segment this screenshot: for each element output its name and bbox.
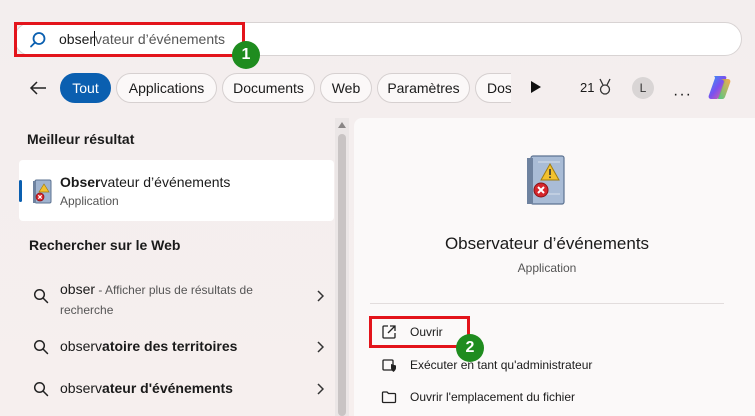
web-result-text: observatoire des territoires: [60, 338, 237, 354]
search-autocomplete-hint: vateur d’événements: [95, 31, 225, 47]
copilot-icon[interactable]: [705, 72, 735, 102]
step-badge-1: 1: [232, 41, 260, 69]
rewards-score: 21: [580, 80, 595, 95]
event-viewer-icon: [527, 155, 565, 205]
search-icon: [33, 381, 49, 397]
avatar[interactable]: L: [632, 77, 654, 99]
best-result-title-rest: vateur d’événements: [100, 174, 231, 190]
more-options-icon[interactable]: ···: [673, 87, 692, 103]
search-icon: [33, 339, 49, 355]
open-file-location-action[interactable]: Ouvrir l'emplacement du fichier: [354, 384, 740, 410]
event-viewer-icon: [33, 179, 52, 204]
web-result-match: observ: [60, 338, 103, 354]
web-result-item[interactable]: obser - Afficher plus de résultats de re…: [19, 272, 334, 322]
play-icon[interactable]: [530, 80, 542, 94]
step-badge-2: 2: [456, 334, 484, 362]
search-typed-text: obser: [59, 31, 95, 47]
details-panel: Observateur d’événements Application Ouv…: [354, 118, 755, 416]
back-arrow-icon[interactable]: [28, 78, 48, 98]
web-result-item[interactable]: observatoire des territoires: [19, 334, 334, 362]
search-box[interactable]: observateur d’événements: [14, 22, 742, 56]
best-result-title-match: Obser: [60, 174, 101, 190]
web-result-text: observateur d'événements: [60, 380, 233, 396]
open-action-label: Ouvrir: [410, 325, 443, 339]
web-result-completion: ateur d'événements: [102, 380, 233, 396]
results-scrollbar[interactable]: [335, 118, 349, 416]
filter-tab-applications[interactable]: Applications: [116, 73, 217, 103]
filter-tab-web[interactable]: Web: [320, 73, 372, 103]
best-result-type: Application: [60, 194, 119, 208]
best-result-heading: Meilleur résultat: [27, 131, 135, 147]
run-as-admin-label: Exécuter en tant qu'administrateur: [410, 358, 593, 372]
web-result-query: obser: [60, 281, 96, 297]
web-result-item[interactable]: observateur d'événements: [19, 376, 334, 404]
best-result-title: Observateur d’événements: [60, 174, 230, 190]
best-result-card[interactable]: Observateur d’événements Application: [19, 160, 334, 221]
filter-tab-parametres[interactable]: Paramètres: [377, 73, 470, 103]
search-input[interactable]: observateur d’événements: [59, 31, 225, 47]
open-file-location-label: Ouvrir l'emplacement du fichier: [410, 390, 576, 404]
open-action[interactable]: Ouvrir: [354, 319, 740, 345]
scroll-thumb[interactable]: [338, 134, 346, 416]
search-icon: [33, 288, 49, 304]
web-search-heading: Rechercher sur le Web: [29, 237, 181, 253]
web-result-completion: atoire des territoires: [102, 338, 238, 354]
search-icon: [30, 32, 46, 48]
filter-tab-dossiers[interactable]: Dos: [475, 73, 511, 103]
filter-tab-documents[interactable]: Documents: [222, 73, 315, 103]
shield-icon: [382, 359, 396, 372]
open-external-icon: [382, 325, 396, 339]
selection-accent: [19, 180, 22, 202]
scroll-up-arrow-icon[interactable]: [338, 122, 346, 128]
windows-search-panel: observateur d’événements 1 Tout Applicat…: [0, 0, 755, 416]
chevron-right-icon: [317, 341, 324, 353]
chevron-right-icon: [317, 383, 324, 395]
details-type: Application: [517, 261, 577, 275]
filter-tab-tout[interactable]: Tout: [60, 73, 111, 103]
medal-icon[interactable]: [597, 78, 613, 96]
divider: [370, 303, 724, 304]
details-title: Observateur d’événements: [444, 234, 650, 253]
web-result-text: obser - Afficher plus de résultats de re…: [60, 280, 300, 320]
folder-icon: [381, 391, 397, 404]
run-as-admin-action[interactable]: Exécuter en tant qu'administrateur: [354, 352, 740, 378]
web-result-match: observ: [60, 380, 103, 396]
chevron-right-icon: [317, 290, 324, 302]
